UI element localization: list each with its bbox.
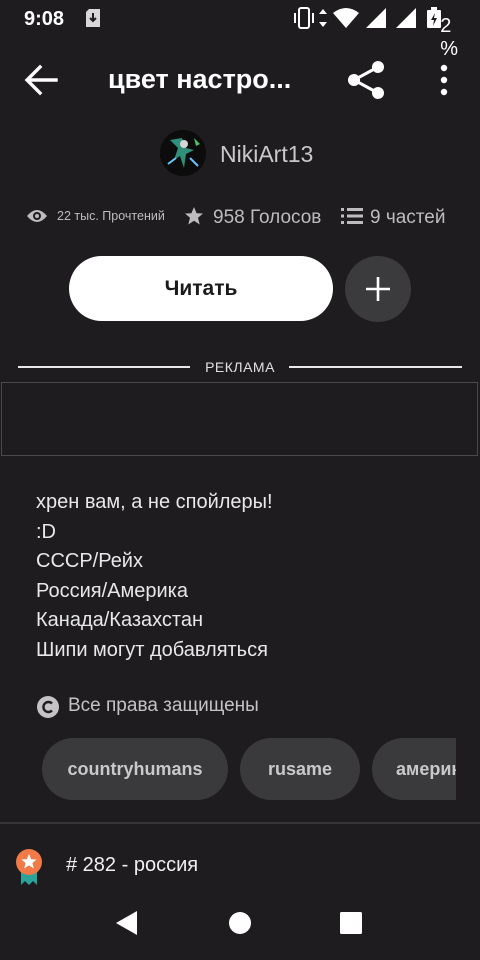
vibrate-icon xyxy=(294,7,314,29)
description-line: Канада/Казахстан xyxy=(36,609,204,631)
nav-back-icon[interactable] xyxy=(114,910,138,936)
tag-chip[interactable]: countryhumans xyxy=(42,738,228,800)
story-description: хрен вам, а не спойлеры! :D СССР/Рейх Ро… xyxy=(36,488,456,665)
nav-home-icon[interactable] xyxy=(228,911,252,935)
avatar[interactable] xyxy=(160,130,206,176)
status-time: 9:08 xyxy=(24,8,65,30)
author-name[interactable]: NikiArt13 xyxy=(220,141,313,168)
cell-signal-icon-2 xyxy=(396,8,416,28)
copyright-icon xyxy=(37,696,59,718)
rank-badge-icon xyxy=(16,849,42,885)
avatar-image xyxy=(160,130,206,176)
share-icon[interactable] xyxy=(344,60,388,100)
status-bar: 9:08 2 % xyxy=(0,0,480,60)
story-title: цвет настро... xyxy=(108,64,292,94)
section-divider xyxy=(0,822,480,824)
ad-slot[interactable] xyxy=(1,382,478,456)
plus-icon xyxy=(366,277,390,301)
arrow-left-icon[interactable] xyxy=(22,62,60,98)
system-nav-bar xyxy=(0,895,480,960)
ranking-row[interactable]: # 282 - россия xyxy=(0,842,480,888)
tag-chip-label: америка xyxy=(396,758,456,779)
story-stats: 22 тыс. Прочтений 958 Голосов 9 частей xyxy=(0,204,480,234)
sd-card-icon xyxy=(86,9,100,27)
rank-text[interactable]: # 282 - россия xyxy=(66,854,198,877)
tag-chip[interactable]: америка xyxy=(372,738,456,800)
parts-count: 9 частей xyxy=(370,207,446,228)
description-line: Шипи могут добавляться xyxy=(36,638,268,661)
eye-icon xyxy=(27,210,47,222)
story-details-screen: 9:08 2 % цвет настро... NikiArt13 22 тыс… xyxy=(0,0,480,960)
wifi-icon xyxy=(333,8,359,28)
more-vertical-icon[interactable] xyxy=(432,62,456,98)
list-icon xyxy=(341,208,363,224)
nav-recents-icon[interactable] xyxy=(339,911,363,935)
star-icon xyxy=(185,207,203,225)
description-line: Россия/Америка xyxy=(36,579,188,602)
description-line: :D xyxy=(36,520,56,543)
read-button[interactable]: Читать xyxy=(69,256,333,321)
data-transfer-icon xyxy=(319,9,327,27)
reads-count: 22 тыс. Прочтений xyxy=(57,209,165,223)
ad-divider-left xyxy=(18,366,190,368)
tag-chip[interactable]: rusame xyxy=(240,738,360,800)
description-line: хрен вам, а не спойлеры! xyxy=(36,491,273,513)
tags-row: countryhumans rusame америка xyxy=(42,738,456,802)
add-to-library-button[interactable] xyxy=(345,256,411,322)
ad-divider-right xyxy=(289,366,462,368)
votes-count: 958 Голосов xyxy=(213,207,322,228)
ad-label: РЕКЛАМА xyxy=(205,359,275,375)
copyright-text: Все права защищены xyxy=(68,695,259,716)
app-bar: цвет настро... xyxy=(0,50,480,110)
description-line: СССР/Рейх xyxy=(36,550,143,572)
cell-signal-icon xyxy=(366,8,386,28)
